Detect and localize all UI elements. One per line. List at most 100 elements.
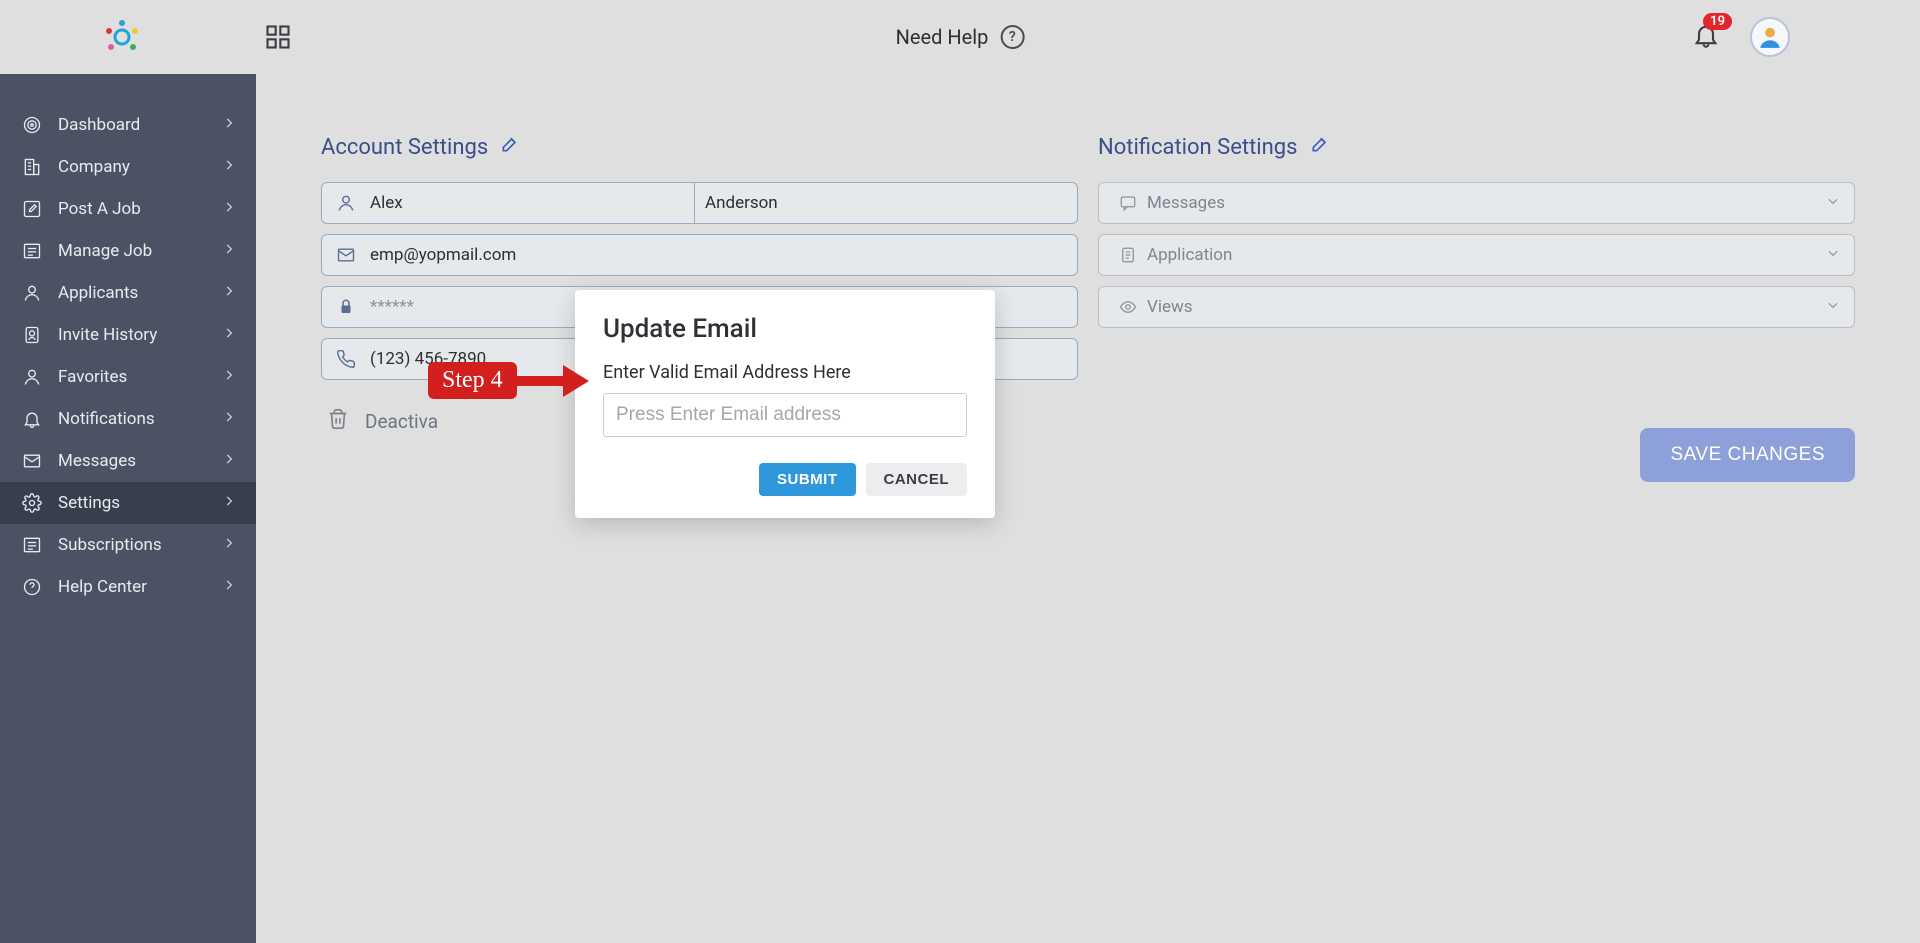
bell-icon <box>20 409 44 429</box>
chevron-right-icon <box>222 535 236 555</box>
name-field[interactable]: Alex Anderson <box>321 182 1078 224</box>
badge-icon <box>20 325 44 345</box>
panel-title: Account Settings <box>321 135 488 160</box>
last-name-value: Anderson <box>705 193 778 213</box>
need-help[interactable]: Need Help ? <box>896 25 1025 49</box>
sidebar-item-label: Notifications <box>58 409 222 429</box>
notif-label: Messages <box>1147 193 1225 213</box>
panel-title: Notification Settings <box>1098 135 1298 160</box>
person-icon <box>20 367 44 387</box>
chevron-down-icon <box>1826 245 1840 265</box>
sidebar-item-label: Messages <box>58 451 222 471</box>
edit-icon[interactable] <box>500 134 520 160</box>
person-icon <box>20 283 44 303</box>
sidebar-item-label: Manage Job <box>58 241 222 261</box>
trash-icon <box>327 408 349 435</box>
list-icon <box>20 535 44 555</box>
email-field[interactable]: emp@yopmail.com <box>321 234 1078 276</box>
sidebar-item-company[interactable]: Company <box>0 146 256 188</box>
step-label: Step 4 <box>428 362 517 399</box>
cancel-button[interactable]: CANCEL <box>866 463 968 496</box>
step-annotation: Step 4 <box>428 362 589 399</box>
notifications-bell[interactable]: 19 <box>1692 21 1720 53</box>
sidebar-item-manage-job[interactable]: Manage Job <box>0 230 256 272</box>
first-name-value: Alex <box>370 193 403 213</box>
sidebar-item-label: Favorites <box>58 367 222 387</box>
update-email-modal: Update Email Enter Valid Email Address H… <box>575 290 995 518</box>
sidebar-item-subscriptions[interactable]: Subscriptions <box>0 524 256 566</box>
chevron-right-icon <box>222 577 236 597</box>
sidebar-item-label: Help Center <box>58 577 222 597</box>
avatar[interactable] <box>1750 17 1790 57</box>
top-bar: Need Help ? 19 <box>0 0 1920 74</box>
chevron-right-icon <box>222 157 236 177</box>
sidebar-item-favorites[interactable]: Favorites <box>0 356 256 398</box>
phone-icon <box>322 349 370 369</box>
notif-label: Application <box>1147 245 1232 265</box>
chevron-right-icon <box>222 325 236 345</box>
chevron-down-icon <box>1826 297 1840 317</box>
sidebar-item-label: Post A Job <box>58 199 222 219</box>
chevron-right-icon <box>222 115 236 135</box>
sidebar-item-settings[interactable]: Settings <box>0 482 256 524</box>
save-changes-button[interactable]: SAVE CHANGES <box>1640 428 1855 482</box>
edit-icon[interactable] <box>1310 134 1330 160</box>
deactivate-label: Deactiva <box>365 410 438 433</box>
lock-icon <box>322 298 370 316</box>
notification-badge: 19 <box>1703 13 1732 30</box>
gear-icon <box>20 493 44 513</box>
chevron-right-icon <box>222 241 236 261</box>
sidebar-item-label: Dashboard <box>58 115 222 135</box>
notif-application[interactable]: Application <box>1098 234 1855 276</box>
chevron-right-icon <box>222 199 236 219</box>
chevron-right-icon <box>222 451 236 471</box>
notification-settings-panel: Notification Settings Messages Applicati… <box>1098 134 1855 883</box>
sidebar-item-applicants[interactable]: Applicants <box>0 272 256 314</box>
main-content: Account Settings Alex Anderson emp@yopma… <box>256 74 1920 943</box>
chevron-down-icon <box>1826 193 1840 213</box>
building-icon <box>20 157 44 177</box>
sidebar-item-label: Invite History <box>58 325 222 345</box>
chevron-right-icon <box>222 409 236 429</box>
target-icon <box>20 115 44 135</box>
eye-icon <box>1113 298 1143 316</box>
sidebar-item-post-a-job[interactable]: Post A Job <box>0 188 256 230</box>
help-icon: ? <box>1000 25 1024 49</box>
modal-title: Update Email <box>603 314 967 344</box>
need-help-label: Need Help <box>896 25 989 49</box>
password-value: ****** <box>370 297 414 317</box>
person-icon <box>322 193 370 213</box>
notif-label: Views <box>1147 297 1193 317</box>
chevron-right-icon <box>222 493 236 513</box>
sidebar-item-notifications[interactable]: Notifications <box>0 398 256 440</box>
list-icon <box>20 241 44 261</box>
document-icon <box>1113 246 1143 264</box>
sidebar-item-help-center[interactable]: Help Center <box>0 566 256 608</box>
arrow-icon <box>517 365 589 397</box>
notif-views[interactable]: Views <box>1098 286 1855 328</box>
help-icon <box>20 577 44 597</box>
notif-messages[interactable]: Messages <box>1098 182 1855 224</box>
sidebar-item-label: Company <box>58 157 222 177</box>
sidebar: Dashboard Company Post A Job Manage Job … <box>0 74 256 943</box>
mail-icon <box>20 451 44 471</box>
sidebar-item-label: Subscriptions <box>58 535 222 555</box>
edit-square-icon <box>20 199 44 219</box>
submit-button[interactable]: SUBMIT <box>759 463 856 496</box>
apps-grid-icon[interactable] <box>264 23 292 51</box>
modal-label: Enter Valid Email Address Here <box>603 362 967 383</box>
email-value: emp@yopmail.com <box>370 245 516 265</box>
sidebar-item-label: Settings <box>58 493 222 513</box>
mail-icon <box>322 245 370 265</box>
sidebar-item-messages[interactable]: Messages <box>0 440 256 482</box>
sidebar-item-invite-history[interactable]: Invite History <box>0 314 256 356</box>
chat-icon <box>1113 194 1143 212</box>
email-input[interactable] <box>603 393 967 437</box>
sidebar-item-dashboard[interactable]: Dashboard <box>0 104 256 146</box>
chevron-right-icon <box>222 367 236 387</box>
sidebar-item-label: Applicants <box>58 283 222 303</box>
app-logo[interactable] <box>100 15 144 59</box>
chevron-right-icon <box>222 283 236 303</box>
notification-settings-header: Notification Settings <box>1098 134 1855 160</box>
account-settings-header: Account Settings <box>321 134 1078 160</box>
